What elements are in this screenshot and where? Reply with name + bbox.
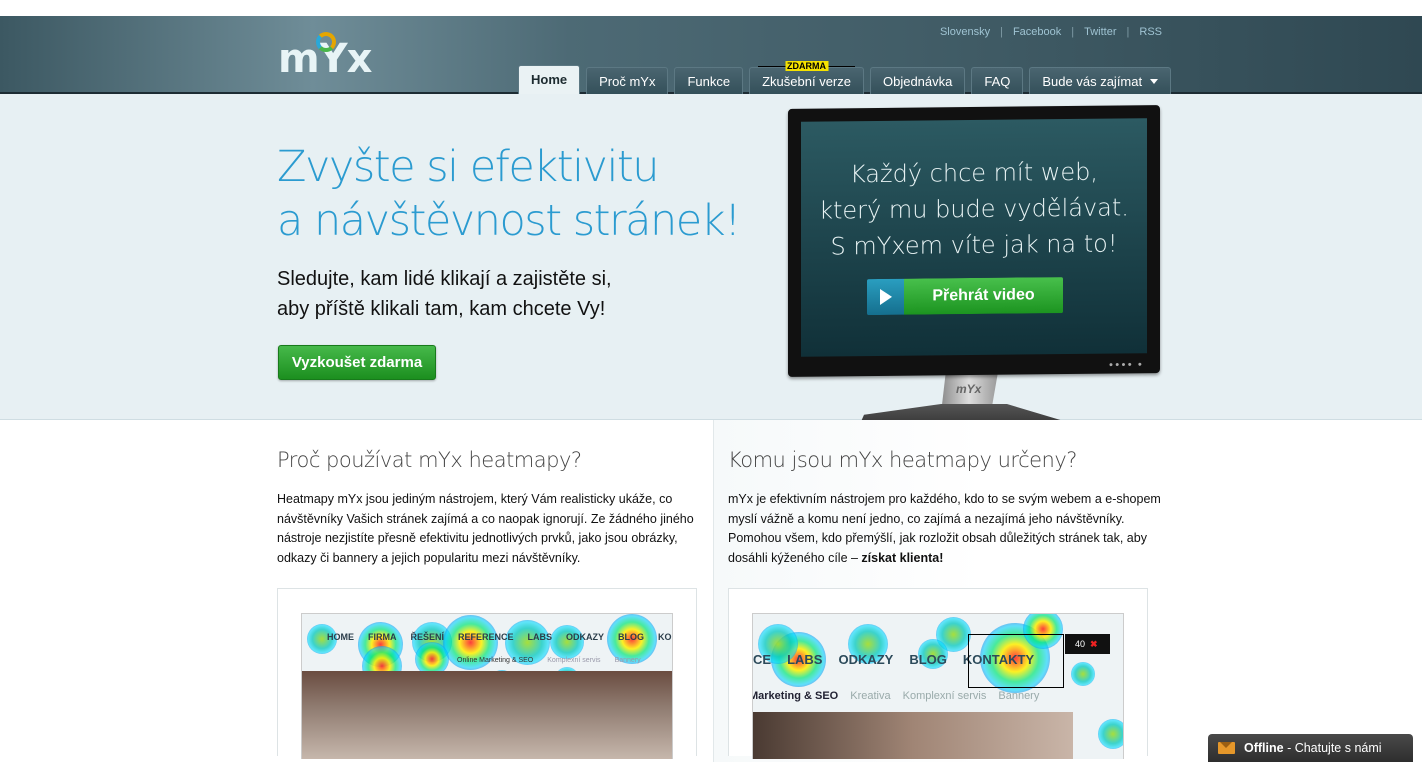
tab-funkce[interactable]: Funkce bbox=[674, 67, 744, 94]
who-heading: Komu jsou mYx heatmapy určeny? bbox=[728, 448, 1077, 472]
logo-gauge-icon bbox=[316, 32, 336, 52]
header: mYx Slovensky | Facebook | Twitter | RSS Ho… bbox=[0, 16, 1422, 94]
heatmap-photo bbox=[753, 712, 1073, 759]
envelope-icon bbox=[1218, 742, 1235, 754]
tab-zkusebni-verze[interactable]: ZDARMA Zkušební verze bbox=[749, 61, 864, 94]
logo[interactable]: mYx bbox=[278, 32, 372, 82]
heatmap-spot bbox=[1071, 662, 1095, 686]
selection-box[interactable] bbox=[968, 634, 1064, 688]
chevron-down-icon bbox=[1150, 79, 1159, 88]
heatmap-screenshot-left: HOME FIRMA ŘEŠENÍ REFERENCE LABS ODKAZY BLOG KO… bbox=[277, 588, 697, 759]
play-icon bbox=[867, 278, 904, 316]
heatmap-nav: HOME FIRMA ŘEŠENÍ REFERENCE LABS ODKAZY BLOG KO… bbox=[327, 632, 672, 642]
link-facebook[interactable]: Facebook bbox=[1013, 26, 1061, 38]
who-section: Komu jsou mYx heatmapy určeny? mYx je ef… bbox=[713, 420, 1163, 762]
monitor-buttons: ●●●● ● bbox=[1108, 361, 1144, 369]
hero-title: Zvyšte si efektivitu a návštěvnost stráne… bbox=[277, 142, 741, 246]
heatmap-subnav: Marketing & SEO Kreativa Komplexní servis B… bbox=[752, 690, 1040, 702]
monitor: Každý chce mít web, který mu bude vyděláv… bbox=[788, 105, 1160, 377]
who-text: mYx je efektivním nástrojem pro každého,… bbox=[728, 492, 1161, 565]
click-count: 40 ✖ bbox=[1065, 634, 1110, 654]
tab-objednavka[interactable]: Objednávka bbox=[869, 67, 966, 94]
chat-widget[interactable]: Offline - Chatujte s námi bbox=[1208, 734, 1413, 762]
tab-home[interactable]: Home bbox=[518, 65, 581, 94]
try-free-button[interactable]: Vyzkoušet zdarma bbox=[278, 345, 436, 380]
why-heading: Proč používat mYx heatmapy? bbox=[277, 448, 582, 472]
heatmap-screenshot-right: CE LABS ODKAZY BLOG KONTAKTY Marketing & SEO… bbox=[728, 588, 1148, 759]
link-rss[interactable]: RSS bbox=[1139, 26, 1162, 38]
top-links: Slovensky | Facebook | Twitter | RSS bbox=[939, 26, 1162, 38]
tab-proc-myx[interactable]: Proč mYx bbox=[586, 67, 669, 94]
monitor-text: Každý chce mít web, který mu bude vyděláv… bbox=[819, 157, 1129, 261]
link-slovensky[interactable]: Slovensky bbox=[940, 26, 990, 38]
play-video-button[interactable]: Přehrát video bbox=[867, 277, 1063, 316]
main-nav: Home Proč mYx Funkce ZDARMA Zkušební verz… bbox=[518, 61, 1172, 94]
close-icon[interactable]: ✖ bbox=[1090, 639, 1098, 649]
heatmap-spot bbox=[550, 625, 584, 659]
video-screen[interactable]: Každý chce mít web, který mu bude vyděláv… bbox=[801, 118, 1147, 357]
heatmap-spot bbox=[1098, 719, 1123, 749]
why-section: Proč používat mYx heatmapy? Heatmapy mYx… bbox=[277, 420, 697, 762]
top-strip bbox=[0, 0, 1422, 16]
heatmap-subnav: Online Marketing & SEO Komplexní servis Ba… bbox=[457, 657, 641, 664]
link-twitter[interactable]: Twitter bbox=[1084, 26, 1116, 38]
heatmap-photo bbox=[302, 671, 672, 759]
why-text: Heatmapy mYx jsou jediným nástrojem, kte… bbox=[277, 492, 694, 565]
hero-subtitle: Sledujte, kam lidé klikají a zajistěte s… bbox=[277, 268, 612, 320]
free-badge: ZDARMA bbox=[785, 61, 829, 71]
tab-faq[interactable]: FAQ bbox=[971, 67, 1024, 94]
tab-bude-vas-zajimat[interactable]: Bude vás zajímat bbox=[1029, 67, 1172, 94]
